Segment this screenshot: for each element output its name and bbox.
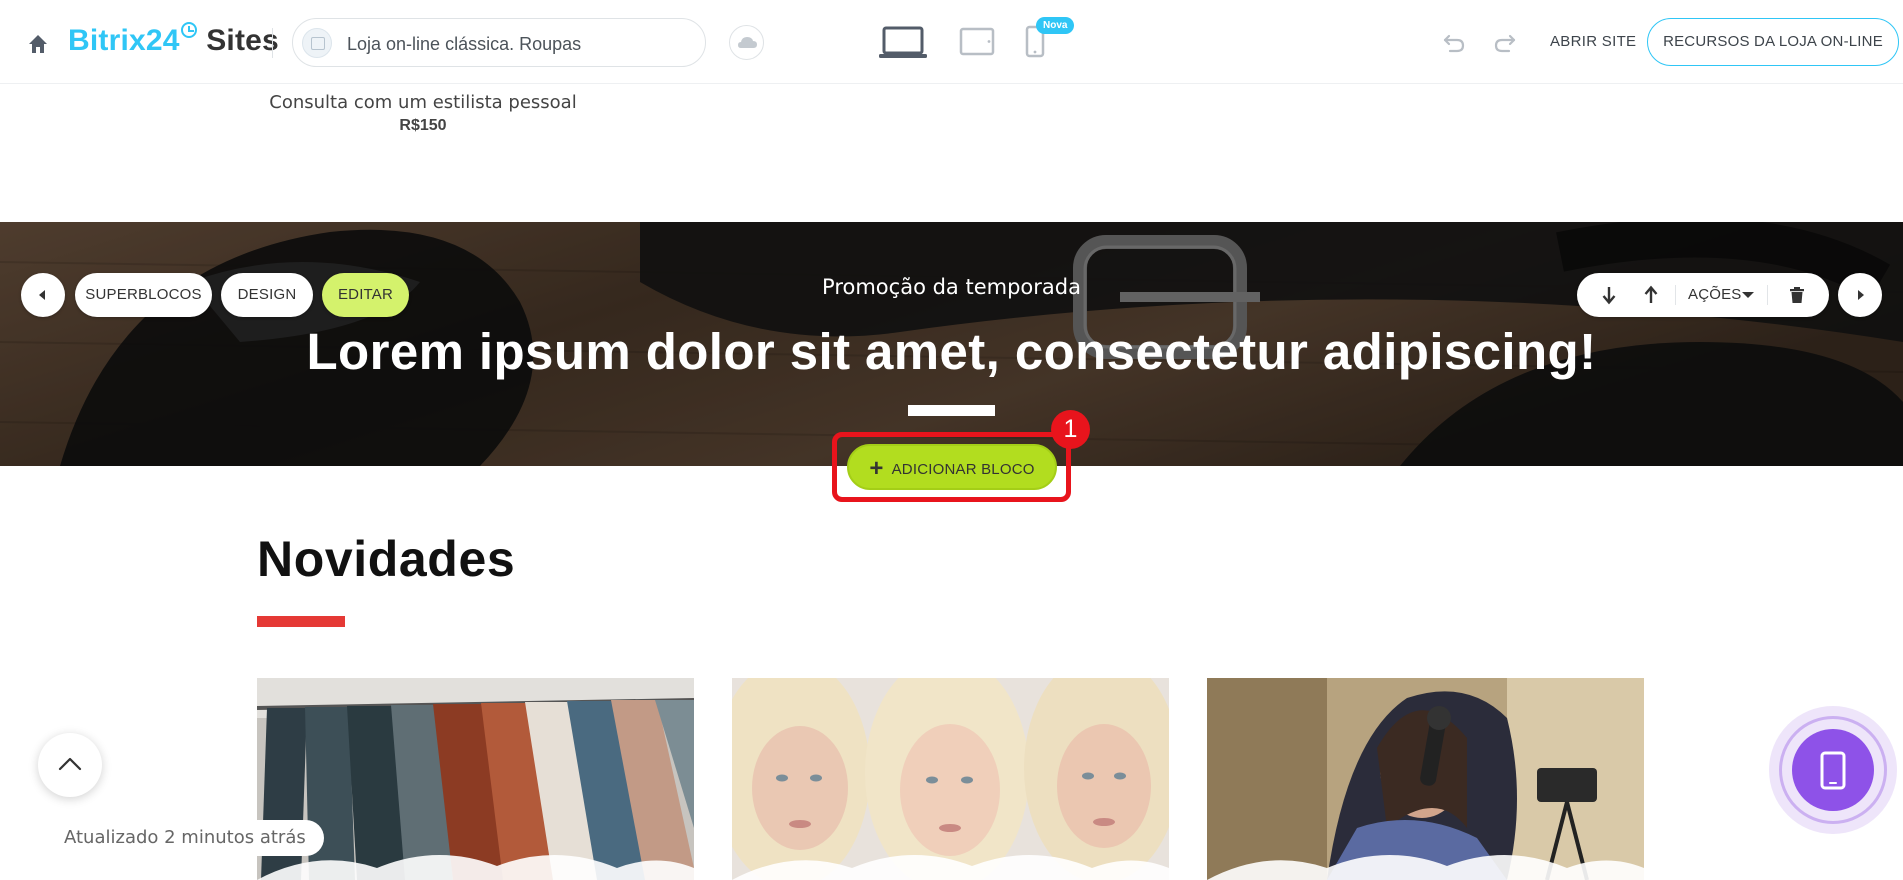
open-site-link[interactable]: ABRIR SITE xyxy=(1550,33,1636,50)
scroll-to-top-button[interactable] xyxy=(38,733,102,797)
arrow-left-icon xyxy=(39,290,45,300)
divider xyxy=(1675,285,1676,305)
product-price: R$150 xyxy=(399,117,447,134)
add-block-label: ADICIONAR BLOCO xyxy=(891,461,1035,478)
trash-icon xyxy=(1790,287,1804,303)
store-resources-button[interactable]: RECURSOS DA LOJA ON-LINE xyxy=(1647,18,1899,66)
phone-icon xyxy=(1820,751,1846,790)
desktop-view-button[interactable] xyxy=(879,26,927,60)
divider xyxy=(272,28,273,58)
section-title-underline xyxy=(257,616,345,627)
cloud-status-button[interactable] xyxy=(729,25,764,60)
caret-down-icon xyxy=(1742,292,1754,298)
news-card-three-women[interactable] xyxy=(732,678,1169,880)
design-button[interactable]: DESIGN xyxy=(221,273,313,317)
editor-toolbar: Bitrix24 Sites Loja on-line clássica. Ro… xyxy=(0,0,1903,84)
clothes-rack-image xyxy=(257,678,694,880)
site-thumbnail-icon xyxy=(302,28,332,58)
clock-icon xyxy=(180,22,197,38)
actions-label: AÇÕES xyxy=(1688,286,1742,303)
preview-core xyxy=(1792,729,1874,811)
divider xyxy=(1767,285,1768,305)
redo-icon xyxy=(1494,34,1516,53)
last-updated-status: Atualizado 2 minutos atrás xyxy=(40,820,324,856)
superblocks-button[interactable]: SUPERBLOCOS xyxy=(75,273,212,317)
site-name: Loja on-line clássica. Roupas xyxy=(347,34,582,54)
logo-product: Sites xyxy=(206,24,279,57)
undo-button[interactable] xyxy=(1441,30,1467,54)
arrow-down-icon xyxy=(1602,287,1616,305)
next-block-button[interactable] xyxy=(1838,273,1882,317)
arrow-up-icon xyxy=(1644,285,1658,303)
home-button[interactable] xyxy=(24,30,52,58)
three-women-image xyxy=(732,678,1169,880)
add-block-button[interactable]: + ADICIONAR BLOCO xyxy=(847,444,1057,490)
edit-button[interactable]: EDITAR xyxy=(322,273,409,317)
product-name: Consulta com um estilista pessoal xyxy=(269,92,577,113)
arrow-right-icon xyxy=(1858,290,1864,300)
desktop-icon xyxy=(879,26,927,58)
new-badge: Nova xyxy=(1036,17,1075,34)
delete-block-button[interactable] xyxy=(1775,273,1819,317)
page: Bitrix24 Sites Loja on-line clássica. Ro… xyxy=(0,0,1903,880)
move-up-button[interactable] xyxy=(1631,273,1671,317)
undo-icon xyxy=(1443,34,1465,53)
block-actions-group: AÇÕES xyxy=(1577,273,1829,317)
cloud-icon xyxy=(738,37,757,48)
previous-block-button[interactable] xyxy=(21,273,65,317)
chevron-up-icon xyxy=(58,757,82,771)
site-selector[interactable]: Loja on-line clássica. Roupas xyxy=(292,18,706,67)
redo-button[interactable] xyxy=(1492,30,1518,54)
speaker-image xyxy=(1207,678,1644,880)
banner-title: Lorem ipsum dolor sit amet, consectetur … xyxy=(306,323,1597,380)
home-icon xyxy=(29,35,47,53)
banner-divider xyxy=(908,405,995,416)
tablet-view-button[interactable] xyxy=(959,27,995,57)
logo-brand: Bitrix24 xyxy=(68,24,180,57)
plus-icon: + xyxy=(869,455,884,482)
mobile-preview-button[interactable] xyxy=(1769,706,1897,834)
section-title: Novidades xyxy=(257,531,516,587)
tablet-icon xyxy=(959,27,995,56)
news-card-clothes-rack[interactable] xyxy=(257,678,694,880)
news-card-speaker[interactable] xyxy=(1207,678,1644,880)
move-down-button[interactable] xyxy=(1589,273,1629,317)
bitrix24-logo[interactable]: Bitrix24 Sites xyxy=(68,22,279,58)
step-number-badge: 1 xyxy=(1051,410,1090,449)
actions-dropdown[interactable]: AÇÕES xyxy=(1677,273,1763,317)
